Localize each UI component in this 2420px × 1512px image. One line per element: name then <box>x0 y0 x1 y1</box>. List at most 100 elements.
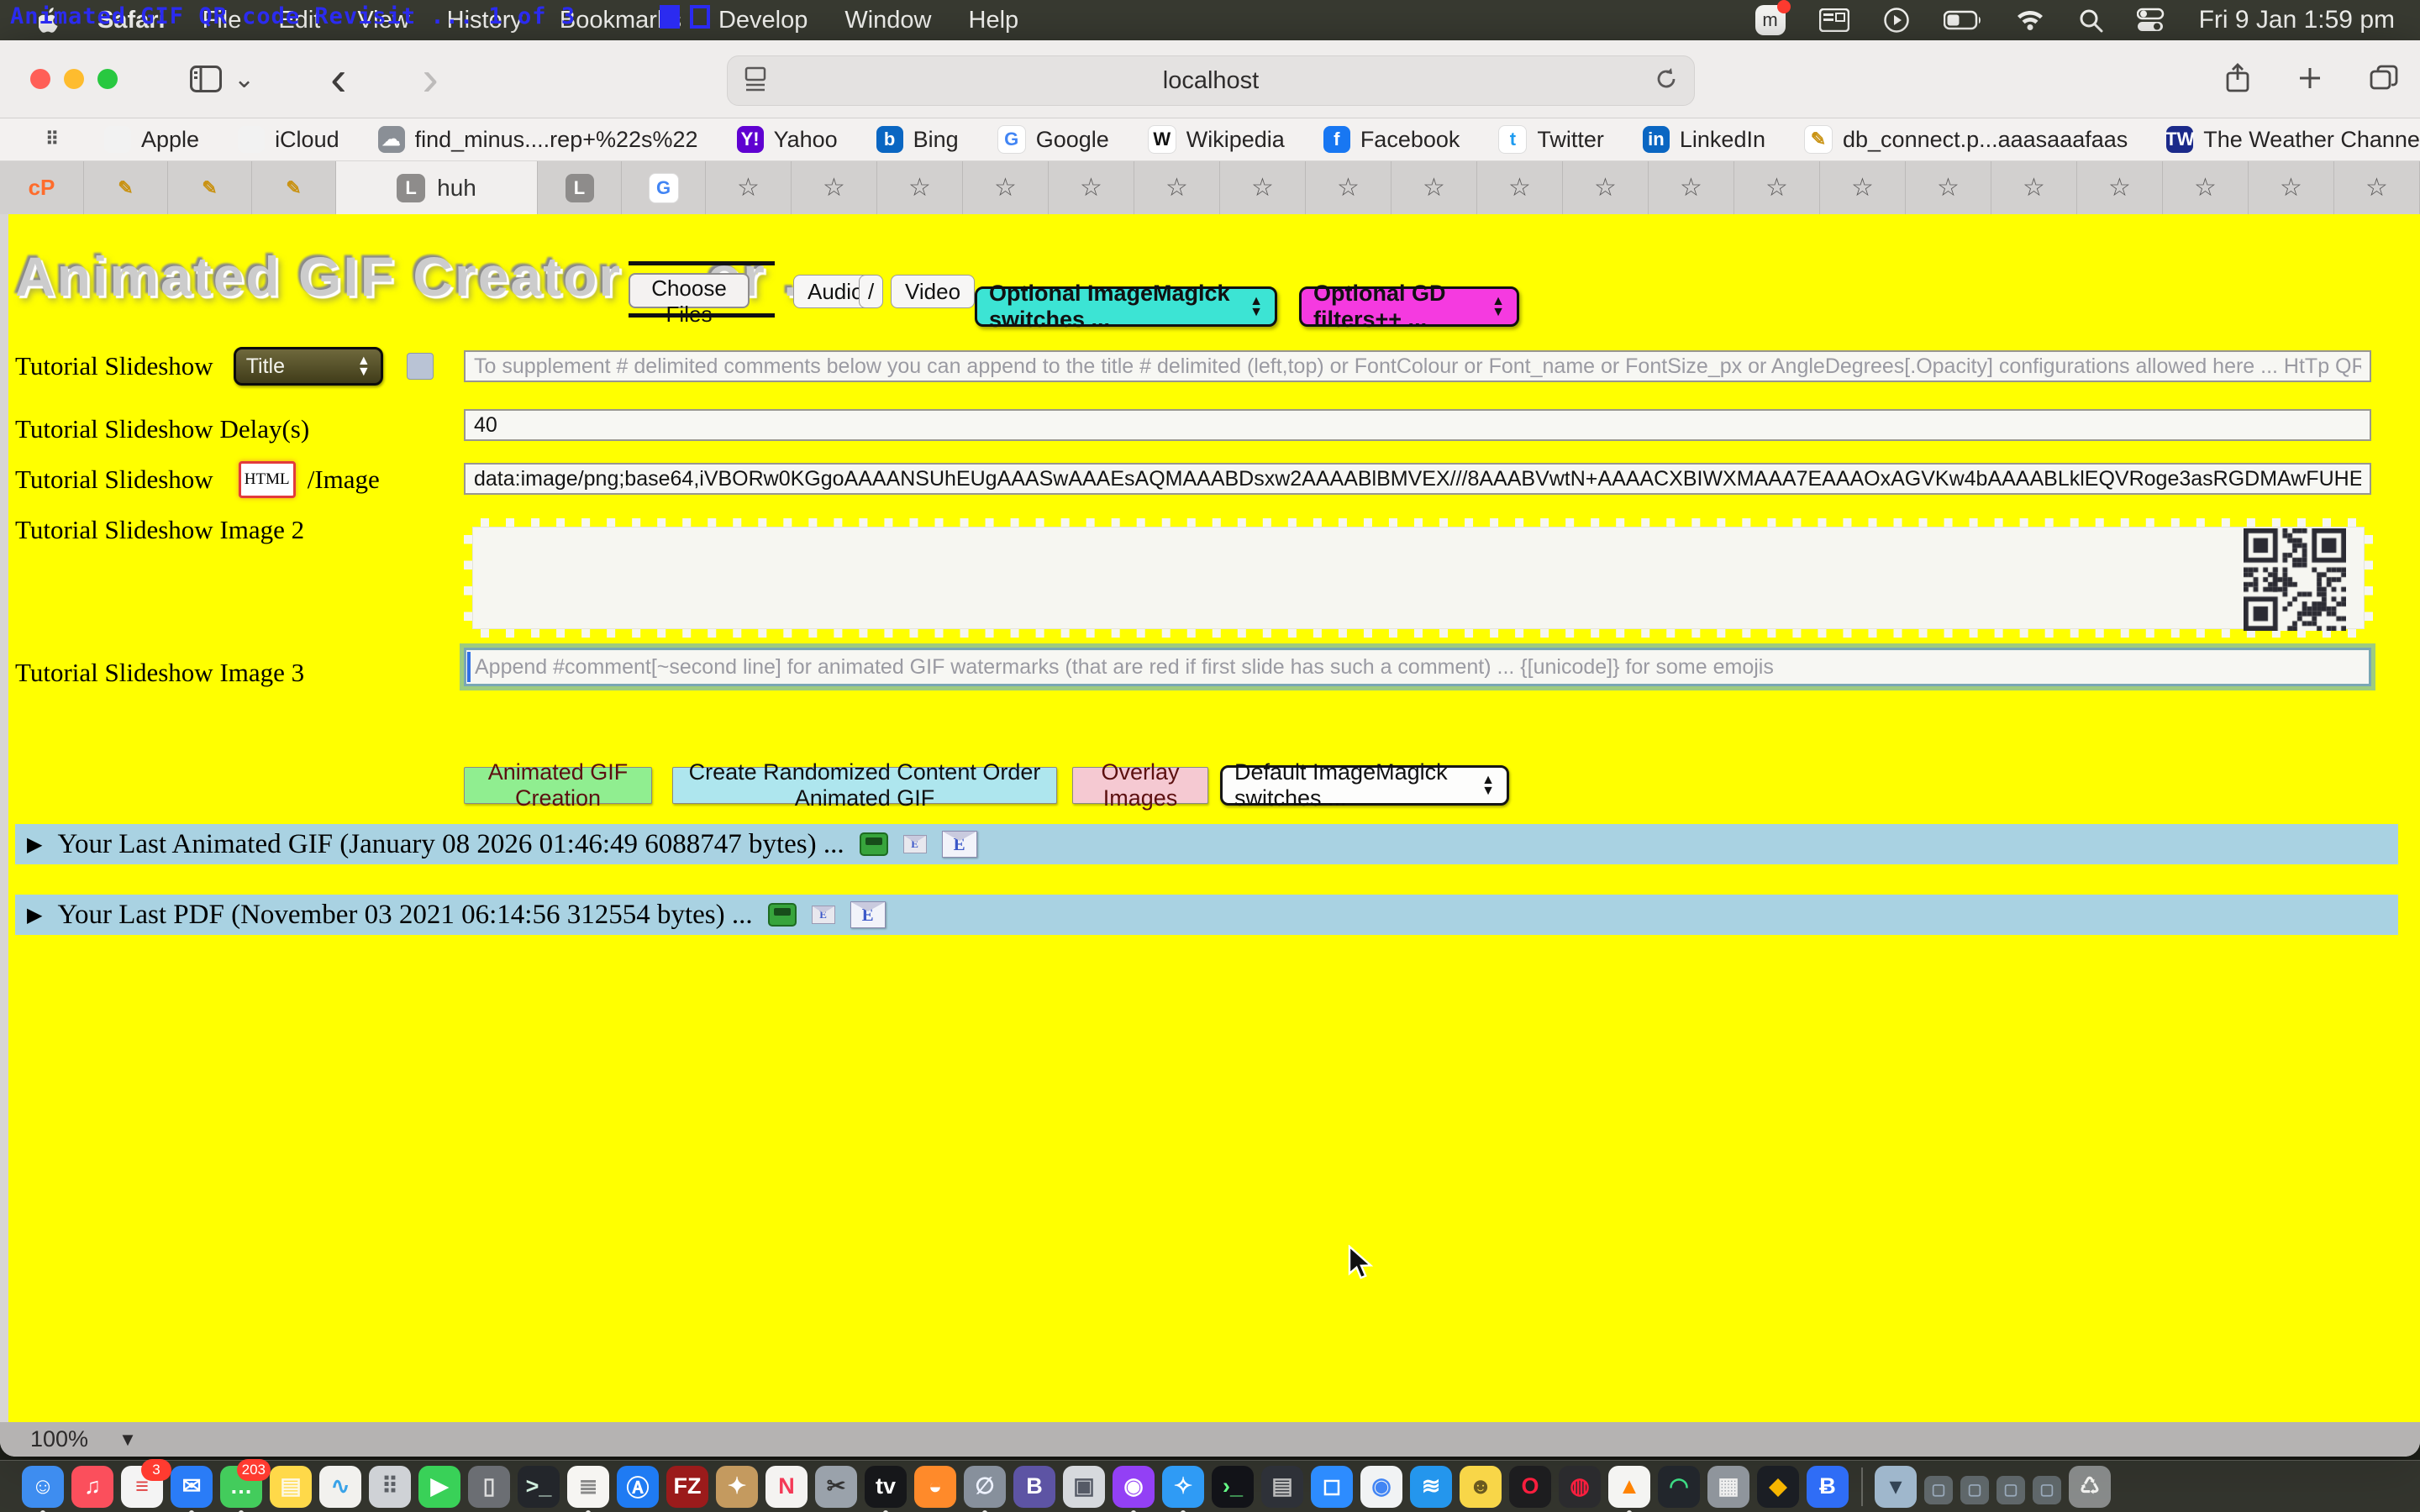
dock-minimized-window-icon[interactable]: ▢ <box>2033 1476 2061 1504</box>
dock-terminal-icon[interactable]: >_ <box>518 1466 560 1508</box>
dock-trash-icon[interactable]: ♺ <box>2069 1466 2111 1508</box>
default-imagemagick-select[interactable]: Default ImageMagick switches ... ▲▼ <box>1220 765 1509 806</box>
dock-chrome-icon[interactable]: ◉ <box>1360 1466 1402 1508</box>
tab-empty-8[interactable]: ☆ <box>1306 161 1392 214</box>
imagemagick-switches-select[interactable]: Optional ImageMagick switches ... ▲▼ <box>975 286 1277 327</box>
tab-empty-14[interactable]: ☆ <box>1820 161 1906 214</box>
tab-empty-7[interactable]: ☆ <box>1220 161 1306 214</box>
dock-automator-icon[interactable]: ✦ <box>716 1466 758 1508</box>
tab-pencil[interactable]: ✎ <box>168 161 252 214</box>
dock-textedit-icon[interactable]: ≣ <box>567 1466 609 1508</box>
gd-filters-select[interactable]: Optional GD filters++ ... ▲▼ <box>1299 286 1519 327</box>
tab-pencil[interactable]: ✎ <box>84 161 168 214</box>
dock-container-icon[interactable]: ▦ <box>1707 1466 1749 1508</box>
tab-empty-19[interactable]: ☆ <box>2249 161 2334 214</box>
bookmark-icloud[interactable]: iCloud <box>238 126 339 153</box>
dock-docker-icon[interactable]: ≋ <box>1410 1466 1452 1508</box>
audio-video-slash-button[interactable]: / <box>859 275 883 308</box>
bookmark-google[interactable]: GGoogle <box>997 125 1109 154</box>
dock-kdenlive-icon[interactable]: ✂ <box>815 1466 857 1508</box>
bookmark-linkedin[interactable]: inLinkedIn <box>1643 126 1765 153</box>
dock-reminders-icon[interactable]: ≡3 <box>121 1466 163 1508</box>
dock-podcasts-icon[interactable]: ◉ <box>1113 1466 1155 1508</box>
dock-iterm-icon[interactable]: ›_ <box>1212 1466 1254 1508</box>
tab-empty-12[interactable]: ☆ <box>1649 161 1734 214</box>
dock-launchpad-icon[interactable]: ⠿ <box>369 1466 411 1508</box>
tab-google[interactable]: G <box>622 161 706 214</box>
tab-cpanel[interactable]: cP <box>0 161 84 214</box>
dock-discord-icon[interactable]: ☻ <box>1460 1466 1502 1508</box>
tab-empty-17[interactable]: ☆ <box>2077 161 2163 214</box>
menu-bar-clock[interactable]: Fri 9 Jan 1:59 pm <box>2199 6 2395 34</box>
address-bar[interactable]: localhost <box>727 55 1695 106</box>
share-icon[interactable] <box>2225 63 2250 97</box>
dock-opera-gx-icon[interactable]: ◍ <box>1559 1466 1601 1508</box>
video-button[interactable]: Video <box>891 275 975 308</box>
notification-app-icon[interactable]: m <box>1755 5 1786 35</box>
dock-console-icon[interactable]: ▤ <box>1261 1466 1303 1508</box>
dock-facetime-icon[interactable]: ▶ <box>418 1466 460 1508</box>
battery-icon[interactable] <box>1944 10 1982 30</box>
bookmark-db-connect-p-aaasaaafaas[interactable]: ✎db_connect.p...aaasaaafaas <box>1804 125 2128 154</box>
zoom-chevron-icon[interactable]: ▼ <box>118 1429 137 1451</box>
bookmark-find-minus-rep-22s-22[interactable]: ☁find_minus....rep+%22s%22 <box>378 126 698 153</box>
reload-icon[interactable] <box>1654 66 1679 96</box>
dock-downloads-icon[interactable]: ▾ <box>1875 1466 1917 1508</box>
sidebar-toggle-button[interactable] <box>190 66 222 92</box>
last-animated-gif-accordion[interactable]: ▶ Your Last Animated GIF (January 08 202… <box>15 824 2398 864</box>
bookmark-wikipedia[interactable]: WWikipedia <box>1148 125 1285 154</box>
menu-develop[interactable]: Develop <box>718 7 808 34</box>
email-large-icon[interactable]: E <box>850 901 886 928</box>
dock-android-studio-icon[interactable]: ◠ <box>1658 1466 1700 1508</box>
dock-apple-tv-icon[interactable]: tv <box>865 1466 907 1508</box>
keyboard-menu-icon[interactable] <box>1819 8 1849 32</box>
tab-empty-2[interactable]: ☆ <box>792 161 877 214</box>
tab-empty-3[interactable]: ☆ <box>877 161 963 214</box>
tab-empty-10[interactable]: ☆ <box>1477 161 1563 214</box>
dock-minimized-window-icon[interactable]: ▢ <box>1996 1476 2025 1504</box>
bookmark-apps-grid[interactable]: ⠿ <box>39 126 66 153</box>
image2-dropzone[interactable] <box>464 518 2373 638</box>
zoom-level[interactable]: 100% <box>30 1426 88 1452</box>
new-tab-icon[interactable] <box>2297 66 2323 95</box>
title-config-input[interactable] <box>464 350 2371 382</box>
image3-input[interactable] <box>464 648 2371 686</box>
dock-music-icon[interactable]: ♫ <box>71 1466 113 1508</box>
dock-filezilla-icon[interactable]: FZ <box>666 1466 708 1508</box>
dock-bluetooth-icon[interactable]: Ƀ <box>1807 1466 1849 1508</box>
dock-zoom-icon[interactable]: ◻ <box>1311 1466 1353 1508</box>
randomized-order-button[interactable]: Create Randomized Content Order Animated… <box>672 767 1057 804</box>
email-small-icon[interactable]: E <box>903 835 927 853</box>
reader-icon[interactable] <box>743 65 768 97</box>
tab-empty-5[interactable]: ☆ <box>1049 161 1134 214</box>
bookmark-the-weather-channel[interactable]: TWThe Weather Channel <box>2166 126 2420 153</box>
dock-safari-icon[interactable]: ✧ <box>1162 1466 1204 1508</box>
dock-messages-icon[interactable]: …203 <box>220 1466 262 1508</box>
choose-files-button[interactable]: Choose Files <box>629 273 750 308</box>
dock-firefox-icon[interactable]: ◒ <box>914 1466 956 1508</box>
tab-empty-4[interactable]: ☆ <box>963 161 1049 214</box>
tab-empty-18[interactable]: ☆ <box>2163 161 2249 214</box>
overlay-images-button[interactable]: Overlay Images <box>1072 767 1208 804</box>
dock-iphone-mirroring-icon[interactable]: ▯ <box>468 1466 510 1508</box>
playback-menu-icon[interactable] <box>1883 7 1910 34</box>
dock-nosign-icon[interactable]: ∅ <box>964 1466 1006 1508</box>
menu-help[interactable]: Help <box>969 7 1019 34</box>
tab-empty-15[interactable]: ☆ <box>1906 161 1991 214</box>
bookmark-yahoo[interactable]: Y!Yahoo <box>737 126 838 153</box>
tab-active-huh[interactable]: Lhuh <box>336 161 538 214</box>
dock-opera-icon[interactable]: O <box>1509 1466 1551 1508</box>
tab-empty-13[interactable]: ☆ <box>1734 161 1820 214</box>
device-icon[interactable] <box>768 903 797 927</box>
tab-empty-6[interactable]: ☆ <box>1134 161 1220 214</box>
dock-notes-icon[interactable]: ▤ <box>270 1466 312 1508</box>
wifi-icon[interactable] <box>2016 9 2044 31</box>
animated-gif-creation-button[interactable]: Animated GIF Creation <box>464 767 652 804</box>
zoom-window-button[interactable] <box>97 69 118 89</box>
tab-empty-16[interactable]: ☆ <box>1991 161 2077 214</box>
bookmark-facebook[interactable]: fFacebook <box>1323 126 1460 153</box>
tab-overview-icon[interactable] <box>2370 65 2398 96</box>
bookmark-twitter[interactable]: tTwitter <box>1498 125 1604 154</box>
tab-empty-9[interactable]: ☆ <box>1392 161 1477 214</box>
dock-screenshot-icon[interactable]: ▣ <box>1063 1466 1105 1508</box>
